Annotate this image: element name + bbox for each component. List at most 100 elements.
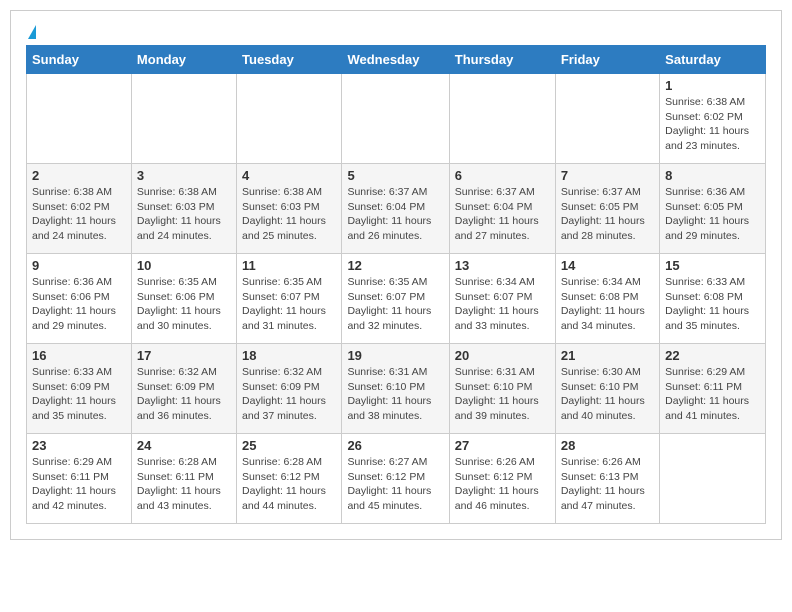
weekday-header-tuesday: Tuesday <box>237 46 342 74</box>
day-number: 25 <box>242 438 336 453</box>
calendar-cell: 13 Sunrise: 6:34 AMSunset: 6:07 PMDayligh… <box>449 254 555 344</box>
day-number: 22 <box>665 348 760 363</box>
calendar-cell: 6Sunrise: 6:37 AMSunset: 6:04 PMDaylight… <box>449 164 555 254</box>
day-number: 21 <box>561 348 654 363</box>
week-row-4: 23 Sunrise: 6:29 AMSunset: 6:11 PMDayligh… <box>27 434 766 524</box>
day-info: Sunrise: 6:36 AMSunset: 6:06 PMDaylight:… <box>32 275 126 334</box>
calendar-cell: 10 Sunrise: 6:35 AMSunset: 6:06 PMDayligh… <box>131 254 236 344</box>
weekday-header-thursday: Thursday <box>449 46 555 74</box>
calendar-cell: 16Sunrise: 6:33 AMSunset: 6:09 PMDayligh… <box>27 344 132 434</box>
day-info: Sunrise: 6:36 AMSunset: 6:05 PMDaylight:… <box>665 185 760 244</box>
calendar-cell: 9 Sunrise: 6:36 AMSunset: 6:06 PMDaylight… <box>27 254 132 344</box>
weekday-header-friday: Friday <box>555 46 659 74</box>
logo <box>26 25 36 39</box>
calendar-cell: 3 Sunrise: 6:38 AMSunset: 6:03 PMDaylight… <box>131 164 236 254</box>
calendar-cell: 27 Sunrise: 6:26 AMSunset: 6:12 PMDayligh… <box>449 434 555 524</box>
day-number: 3 <box>137 168 231 183</box>
day-number: 28 <box>561 438 654 453</box>
day-info: Sunrise: 6:38 AMSunset: 6:03 PMDaylight:… <box>242 185 336 244</box>
day-number: 18 <box>242 348 336 363</box>
calendar-cell <box>449 74 555 164</box>
day-info: Sunrise: 6:38 AMSunset: 6:02 PMDaylight:… <box>665 95 760 154</box>
week-row-0: 1 Sunrise: 6:38 AMSunset: 6:02 PMDaylight… <box>27 74 766 164</box>
calendar-cell <box>342 74 449 164</box>
day-info: Sunrise: 6:30 AMSunset: 6:10 PMDaylight:… <box>561 365 654 424</box>
day-number: 24 <box>137 438 231 453</box>
day-info: Sunrise: 6:35 AMSunset: 6:07 PMDaylight:… <box>347 275 443 334</box>
calendar-cell: 28 Sunrise: 6:26 AMSunset: 6:13 PMDayligh… <box>555 434 659 524</box>
day-info: Sunrise: 6:35 AMSunset: 6:07 PMDaylight:… <box>242 275 336 334</box>
day-info: Sunrise: 6:38 AMSunset: 6:03 PMDaylight:… <box>137 185 231 244</box>
calendar-cell <box>131 74 236 164</box>
calendar-cell: 12Sunrise: 6:35 AMSunset: 6:07 PMDayligh… <box>342 254 449 344</box>
day-info: Sunrise: 6:34 AMSunset: 6:08 PMDaylight:… <box>561 275 654 334</box>
calendar-cell: 24 Sunrise: 6:28 AMSunset: 6:11 PMDayligh… <box>131 434 236 524</box>
calendar-page: SundayMondayTuesdayWednesdayThursdayFrid… <box>10 10 782 540</box>
day-number: 15 <box>665 258 760 273</box>
calendar-cell: 21 Sunrise: 6:30 AMSunset: 6:10 PMDayligh… <box>555 344 659 434</box>
calendar-cell <box>27 74 132 164</box>
day-info: Sunrise: 6:32 AMSunset: 6:09 PMDaylight:… <box>137 365 231 424</box>
day-info: Sunrise: 6:29 AMSunset: 6:11 PMDaylight:… <box>32 455 126 514</box>
logo-triangle-icon <box>28 25 36 39</box>
calendar-cell <box>237 74 342 164</box>
weekday-header-sunday: Sunday <box>27 46 132 74</box>
calendar-cell: 2Sunrise: 6:38 AMSunset: 6:02 PMDaylight… <box>27 164 132 254</box>
calendar-cell: 20 Sunrise: 6:31 AMSunset: 6:10 PMDayligh… <box>449 344 555 434</box>
calendar-cell: 4Sunrise: 6:38 AMSunset: 6:03 PMDaylight… <box>237 164 342 254</box>
day-info: Sunrise: 6:35 AMSunset: 6:06 PMDaylight:… <box>137 275 231 334</box>
day-info: Sunrise: 6:29 AMSunset: 6:11 PMDaylight:… <box>665 365 760 424</box>
day-number: 1 <box>665 78 760 93</box>
day-info: Sunrise: 6:26 AMSunset: 6:13 PMDaylight:… <box>561 455 654 514</box>
day-info: Sunrise: 6:31 AMSunset: 6:10 PMDaylight:… <box>347 365 443 424</box>
day-number: 2 <box>32 168 126 183</box>
day-number: 13 <box>455 258 550 273</box>
day-number: 6 <box>455 168 550 183</box>
day-number: 23 <box>32 438 126 453</box>
day-info: Sunrise: 6:37 AMSunset: 6:04 PMDaylight:… <box>347 185 443 244</box>
calendar-cell: 23 Sunrise: 6:29 AMSunset: 6:11 PMDayligh… <box>27 434 132 524</box>
calendar-cell: 25 Sunrise: 6:28 AMSunset: 6:12 PMDayligh… <box>237 434 342 524</box>
week-row-3: 16Sunrise: 6:33 AMSunset: 6:09 PMDayligh… <box>27 344 766 434</box>
day-info: Sunrise: 6:28 AMSunset: 6:12 PMDaylight:… <box>242 455 336 514</box>
weekday-header-saturday: Saturday <box>660 46 766 74</box>
calendar-cell: 5 Sunrise: 6:37 AMSunset: 6:04 PMDaylight… <box>342 164 449 254</box>
calendar-cell: 14 Sunrise: 6:34 AMSunset: 6:08 PMDayligh… <box>555 254 659 344</box>
day-info: Sunrise: 6:27 AMSunset: 6:12 PMDaylight:… <box>347 455 443 514</box>
day-number: 27 <box>455 438 550 453</box>
calendar-cell: 11 Sunrise: 6:35 AMSunset: 6:07 PMDayligh… <box>237 254 342 344</box>
day-number: 14 <box>561 258 654 273</box>
day-info: Sunrise: 6:31 AMSunset: 6:10 PMDaylight:… <box>455 365 550 424</box>
day-number: 9 <box>32 258 126 273</box>
week-row-1: 2Sunrise: 6:38 AMSunset: 6:02 PMDaylight… <box>27 164 766 254</box>
calendar-cell: 17 Sunrise: 6:32 AMSunset: 6:09 PMDayligh… <box>131 344 236 434</box>
day-number: 11 <box>242 258 336 273</box>
weekday-header-monday: Monday <box>131 46 236 74</box>
header <box>26 21 766 39</box>
day-number: 5 <box>347 168 443 183</box>
calendar-cell: 1 Sunrise: 6:38 AMSunset: 6:02 PMDaylight… <box>660 74 766 164</box>
day-number: 20 <box>455 348 550 363</box>
day-number: 17 <box>137 348 231 363</box>
day-number: 10 <box>137 258 231 273</box>
calendar-body: 1 Sunrise: 6:38 AMSunset: 6:02 PMDaylight… <box>27 74 766 524</box>
calendar-cell <box>660 434 766 524</box>
calendar-cell: 19 Sunrise: 6:31 AMSunset: 6:10 PMDayligh… <box>342 344 449 434</box>
calendar-table: SundayMondayTuesdayWednesdayThursdayFrid… <box>26 45 766 524</box>
day-info: Sunrise: 6:33 AMSunset: 6:09 PMDaylight:… <box>32 365 126 424</box>
day-number: 19 <box>347 348 443 363</box>
day-number: 26 <box>347 438 443 453</box>
day-number: 7 <box>561 168 654 183</box>
day-info: Sunrise: 6:28 AMSunset: 6:11 PMDaylight:… <box>137 455 231 514</box>
day-info: Sunrise: 6:37 AMSunset: 6:05 PMDaylight:… <box>561 185 654 244</box>
day-info: Sunrise: 6:34 AMSunset: 6:07 PMDaylight:… <box>455 275 550 334</box>
calendar-cell: 26 Sunrise: 6:27 AMSunset: 6:12 PMDayligh… <box>342 434 449 524</box>
weekday-header-row: SundayMondayTuesdayWednesdayThursdayFrid… <box>27 46 766 74</box>
day-info: Sunrise: 6:32 AMSunset: 6:09 PMDaylight:… <box>242 365 336 424</box>
day-info: Sunrise: 6:26 AMSunset: 6:12 PMDaylight:… <box>455 455 550 514</box>
weekday-header-wednesday: Wednesday <box>342 46 449 74</box>
day-info: Sunrise: 6:33 AMSunset: 6:08 PMDaylight:… <box>665 275 760 334</box>
calendar-cell: 18 Sunrise: 6:32 AMSunset: 6:09 PMDayligh… <box>237 344 342 434</box>
week-row-2: 9 Sunrise: 6:36 AMSunset: 6:06 PMDaylight… <box>27 254 766 344</box>
calendar-cell: 7 Sunrise: 6:37 AMSunset: 6:05 PMDaylight… <box>555 164 659 254</box>
